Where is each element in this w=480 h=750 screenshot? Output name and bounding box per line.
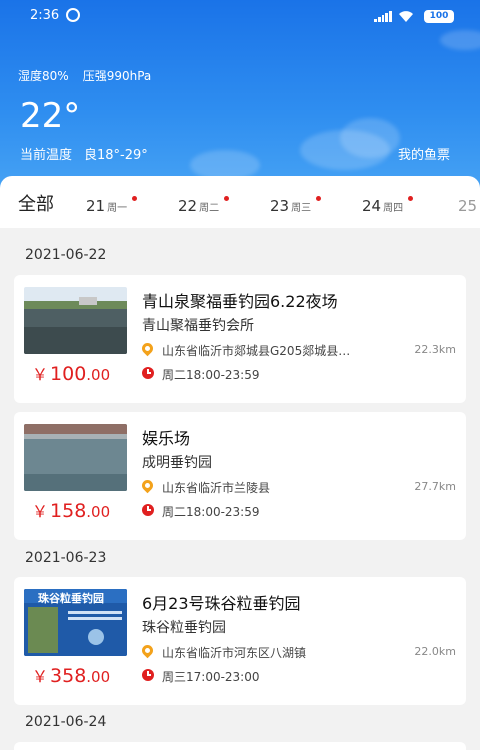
weather-details: 湿度80% 压强990hPa	[18, 67, 151, 84]
event-organizer: 珠谷粒垂钓园	[142, 620, 226, 636]
tab-weekday: 周三	[291, 203, 312, 214]
date-group-header: 2021-06-23	[25, 550, 107, 566]
clock-icon	[142, 367, 154, 379]
tab-dot-indicator	[408, 196, 414, 201]
currency-symbol: ￥	[32, 667, 49, 686]
tab-day-21[interactable]: 21 周一	[86, 196, 138, 215]
pressure-text: 压强990hPa	[82, 69, 152, 83]
tab-dot-indicator	[316, 196, 322, 201]
event-hours: 周三17:00-23:00	[162, 670, 260, 684]
tab-weekday: 周四	[383, 203, 404, 214]
event-hours: 周二18:00-23:59	[162, 505, 260, 519]
event-title: 娱乐场	[142, 429, 191, 448]
tab-weekday: 周一	[107, 203, 128, 214]
event-card[interactable]: ￥ 158.00 娱乐场 成明垂钓园 山东省临沂市兰陵县 27.7km 周二18:…	[14, 412, 466, 540]
currency-symbol: ￥	[32, 365, 49, 384]
event-distance: 27.7km	[414, 480, 456, 493]
tab-dot-indicator	[132, 196, 138, 201]
location-pin-icon	[139, 477, 156, 494]
my-tickets-link[interactable]: 我的鱼票	[398, 144, 450, 163]
tab-day-number: 21	[86, 197, 106, 215]
alarm-icon	[66, 8, 80, 22]
event-organizer: 成明垂钓园	[142, 455, 212, 471]
humidity-text: 湿度80%	[18, 69, 69, 83]
tab-day-number: 23	[270, 197, 290, 215]
tab-all[interactable]: 全部	[18, 190, 54, 216]
event-distance: 22.0km	[414, 645, 456, 658]
date-group-header: 2021-06-24	[25, 714, 107, 730]
weather-header: 2:36 100 湿度80% 压强990hPa 22° 当前温度 良18°-29…	[0, 0, 480, 205]
tab-dot-indicator	[224, 196, 230, 201]
event-title: 青山泉聚福垂钓园6.22夜场	[142, 292, 338, 311]
status-bar: 2:36 100	[0, 0, 480, 34]
status-time: 2:36	[30, 8, 60, 23]
event-organizer: 青山聚福垂钓会所	[142, 318, 254, 334]
tab-weekday: 周二	[199, 203, 220, 214]
event-card[interactable]: 珠谷粒垂钓园 ￥ 358.00 6月23号珠谷粒垂钓园 珠谷粒垂钓园 山东省临沂市…	[14, 577, 466, 705]
tab-day-25[interactable]: 25	[458, 197, 477, 215]
event-card[interactable]: ￥ 100.00 青山泉聚福垂钓园6.22夜场 青山聚福垂钓会所 山东省临沂市郯城…	[14, 275, 466, 403]
event-thumbnail: 珠谷粒垂钓园	[24, 589, 127, 656]
current-temp-label: 当前温度	[20, 148, 73, 163]
date-group-header: 2021-06-22	[25, 247, 107, 263]
event-price: ￥ 100.00	[32, 361, 110, 385]
battery-icon: 100	[424, 10, 454, 23]
tab-day-22[interactable]: 22 周二	[178, 196, 230, 215]
price-integer: 100	[50, 363, 87, 385]
event-distance: 22.3km	[414, 343, 456, 356]
price-cents: .00	[86, 366, 111, 384]
event-address: 山东省临沂市郯城县G205郯城县…	[162, 344, 351, 358]
location-pin-icon	[139, 642, 156, 659]
date-tabs: 全部 21 周一 22 周二 23 周三 24 周四 25	[0, 176, 480, 228]
event-title: 6月23号珠谷粒垂钓园	[142, 594, 301, 613]
price-cents: .00	[86, 503, 111, 521]
event-address: 山东省临沂市河东区八湖镇	[162, 646, 307, 660]
tab-day-number: 24	[362, 197, 382, 215]
event-thumbnail	[24, 287, 127, 354]
temperature-value: 22°	[20, 96, 81, 136]
clock-icon	[142, 669, 154, 681]
currency-symbol: ￥	[32, 502, 49, 521]
tab-day-24[interactable]: 24 周四	[362, 196, 414, 215]
tab-day-23[interactable]: 23 周三	[270, 196, 322, 215]
price-integer: 158	[50, 500, 87, 522]
wifi-icon	[399, 11, 413, 22]
event-price: ￥ 358.00	[32, 663, 110, 687]
location-pin-icon	[139, 340, 156, 357]
event-hours: 周二18:00-23:59	[162, 368, 260, 382]
clock-icon	[142, 504, 154, 516]
event-address: 山东省临沂市兰陵县	[162, 481, 271, 495]
price-cents: .00	[86, 668, 111, 686]
thumbnail-caption: 珠谷粒垂钓园	[38, 592, 104, 605]
tab-day-number: 22	[178, 197, 198, 215]
price-integer: 358	[50, 665, 87, 687]
event-card[interactable]	[14, 742, 466, 750]
event-thumbnail	[24, 424, 127, 491]
temp-range: 良18°-29°	[84, 148, 148, 163]
signal-icon	[374, 11, 392, 22]
event-price: ￥ 158.00	[32, 498, 110, 522]
tab-day-number: 25	[458, 197, 478, 215]
